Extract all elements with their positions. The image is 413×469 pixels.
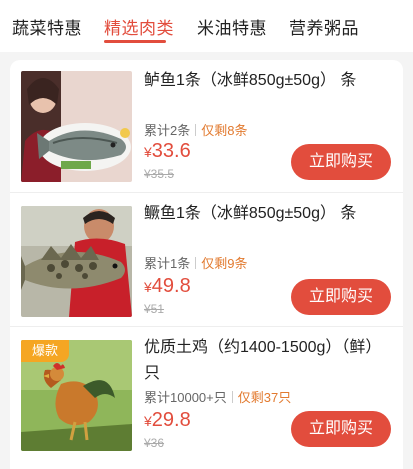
product-name[interactable]: 鳜鱼1条（冰鲜850g±50g） 条 — [144, 201, 394, 227]
price-amount: 33.6 — [151, 140, 191, 162]
current-price: ¥33.6 — [144, 140, 191, 163]
currency-symbol: ¥ — [144, 413, 152, 429]
currency-symbol: ¥ — [144, 144, 152, 160]
price-amount: 49.8 — [151, 275, 191, 297]
sea-bass-photo — [21, 71, 132, 182]
sales-info: 累计2条 仅剩8条 — [144, 120, 247, 139]
hot-item-badge: 爆款 — [21, 340, 69, 362]
sold-count: 累计2条 — [144, 123, 191, 138]
sold-count: 累计1条 — [144, 256, 191, 271]
tab-nutrition-porridge[interactable]: 营养粥品 — [289, 14, 359, 39]
active-tab-indicator — [104, 40, 166, 43]
product-name[interactable]: 鲈鱼1条（冰鲜850g±50g） 条 — [144, 68, 394, 94]
divider — [231, 391, 233, 403]
sales-info: 累计10000+只 仅剩37只 — [144, 387, 291, 406]
current-price: ¥49.8 — [144, 275, 191, 298]
remaining-stock: 仅剩37只 — [237, 390, 292, 405]
product-image-chicken[interactable]: 爆款 — [21, 340, 132, 451]
divider — [195, 124, 197, 136]
sales-info: 累计1条 仅剩9条 — [144, 253, 247, 272]
product-card[interactable]: 爆款 优质土鸡（约1400-1500g）（鲜） 只 累计10000+只 仅剩37只… — [10, 326, 403, 469]
tab-rice-oil-deals[interactable]: 米油特惠 — [197, 14, 267, 39]
product-image-sea-bass[interactable] — [21, 71, 132, 182]
current-price: ¥29.8 — [144, 409, 191, 432]
product-card[interactable]: 鳜鱼1条（冰鲜850g±50g） 条 累计1条 仅剩9条 ¥49.8 ¥51 立即… — [10, 192, 403, 326]
product-name[interactable]: 优质土鸡（约1400-1500g）（鲜） 只 — [144, 335, 394, 387]
currency-symbol: ¥ — [144, 279, 152, 295]
buy-now-button[interactable]: 立即购买 — [291, 411, 391, 447]
sold-count: 累计10000+只 — [144, 390, 227, 405]
mandarin-fish-photo — [21, 206, 132, 317]
tab-selected-meat[interactable]: 精选肉类 — [104, 14, 174, 39]
product-card[interactable]: 鲈鱼1条（冰鲜850g±50g） 条 累计2条 仅剩8条 ¥33.6 ¥35.5 … — [10, 60, 403, 192]
category-tab-bar: 蔬菜特惠 精选肉类 米油特惠 营养粥品 — [0, 0, 413, 52]
divider — [195, 257, 197, 269]
price-amount: 29.8 — [151, 409, 191, 431]
product-image-mandarin-fish[interactable] — [21, 206, 132, 317]
tab-vegetable-deals[interactable]: 蔬菜特惠 — [12, 14, 82, 39]
remaining-stock: 仅剩8条 — [201, 123, 248, 138]
buy-now-button[interactable]: 立即购买 — [291, 279, 391, 315]
buy-now-button[interactable]: 立即购买 — [291, 144, 391, 180]
original-price: ¥51 — [144, 302, 165, 316]
remaining-stock: 仅剩9条 — [201, 256, 248, 271]
original-price: ¥35.5 — [144, 167, 175, 181]
original-price: ¥36 — [144, 436, 165, 450]
